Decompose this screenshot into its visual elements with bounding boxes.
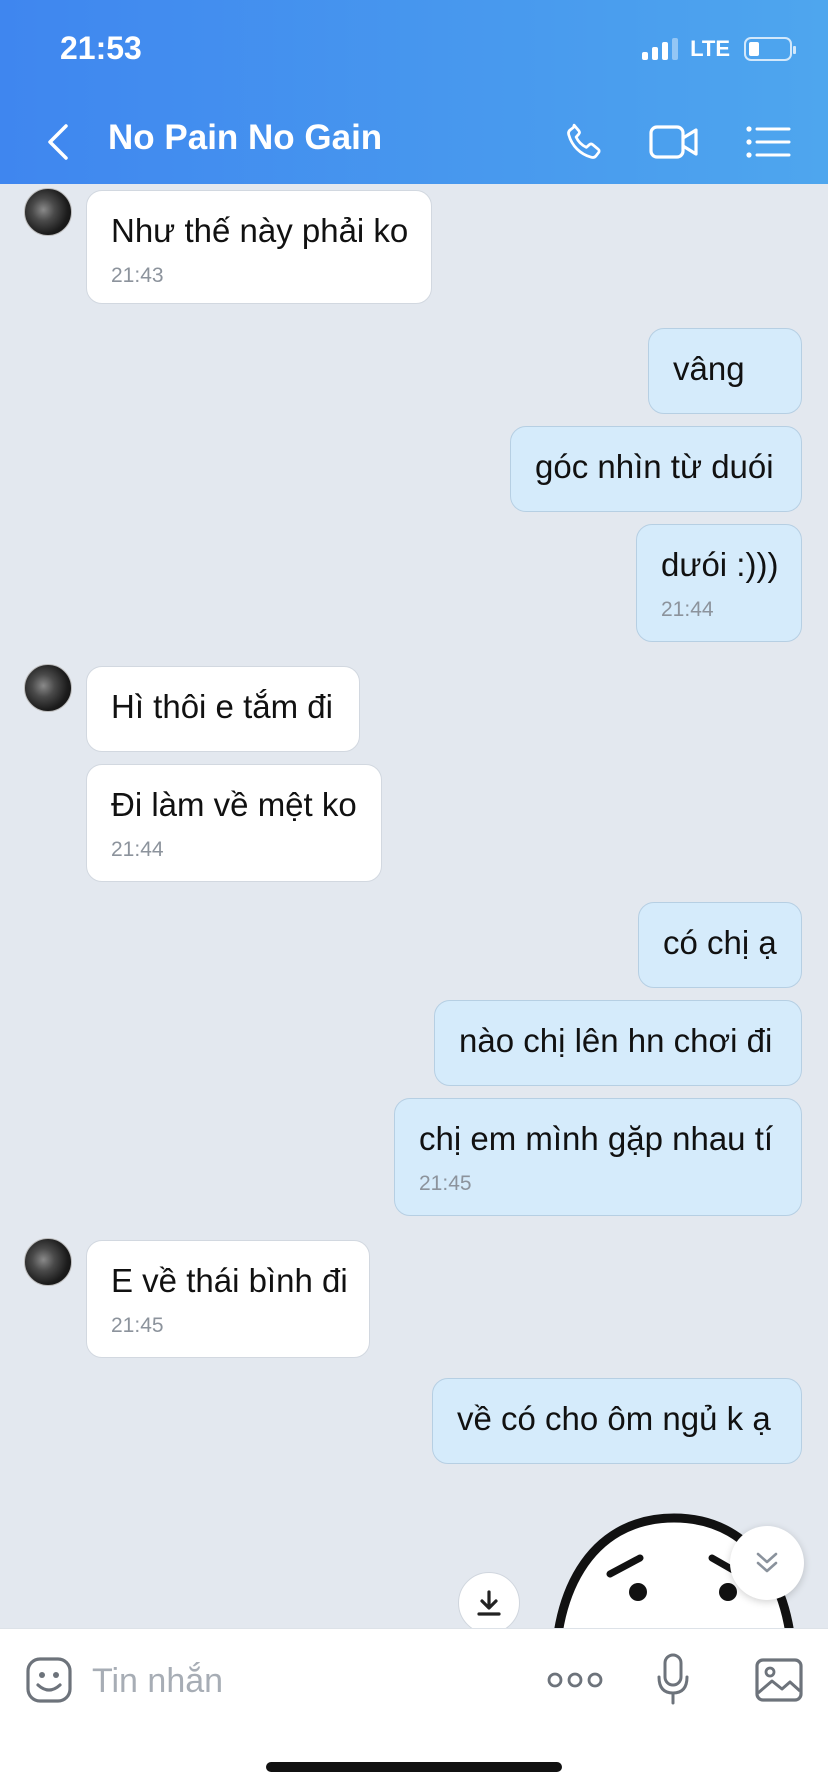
message-time: 21:45 <box>111 1313 164 1337</box>
message-list[interactable]: Như thế này phải ko 21:43 vâng góc nhìn … <box>0 184 828 1628</box>
message-text: vâng <box>673 350 745 387</box>
message-bubble[interactable]: nào chị lên hn chơi đi <box>434 1000 802 1086</box>
message-bubble[interactable]: Như thế này phải ko 21:43 <box>86 190 432 304</box>
phone-icon <box>567 123 601 159</box>
message-time: 21:45 <box>419 1171 472 1195</box>
message-text: Như thế này phải ko <box>111 212 409 249</box>
video-call-button[interactable] <box>646 118 702 166</box>
message-time: 21:43 <box>111 263 164 287</box>
image-gallery-icon <box>755 1658 803 1702</box>
message-bubble[interactable]: góc nhìn từ duói <box>510 426 802 512</box>
chat-title[interactable]: No Pain No Gain <box>108 118 382 158</box>
message-bubble[interactable]: về có cho ôm ngủ k ạ <box>432 1378 802 1464</box>
sticker-button[interactable] <box>22 1649 76 1711</box>
voice-message-button[interactable] <box>650 1649 696 1711</box>
message-text: chị em mình gặp nhau tí <box>419 1120 774 1157</box>
download-button[interactable] <box>458 1572 520 1634</box>
message-text: có chị ạ <box>663 924 777 961</box>
scroll-to-bottom-button[interactable] <box>730 1526 804 1600</box>
sticker-icon <box>26 1657 72 1703</box>
more-options-icon <box>547 1672 603 1688</box>
voice-call-button[interactable] <box>556 118 612 166</box>
battery-icon <box>744 37 796 61</box>
message-text: góc nhìn từ duói <box>535 448 774 485</box>
message-bubble[interactable]: dưói :))) 21:44 <box>636 524 802 642</box>
message-bubble[interactable]: chị em mình gặp nhau tí 21:45 <box>394 1098 802 1216</box>
message-time: 21:44 <box>661 597 714 621</box>
double-chevron-down-icon <box>756 1552 778 1573</box>
chat-header: 21:53 LTE No Pain No Gain <box>0 0 828 184</box>
avatar[interactable] <box>24 1238 72 1286</box>
more-options-button[interactable] <box>546 1649 604 1711</box>
back-chevron-icon <box>48 124 68 160</box>
chat-menu-button[interactable] <box>740 118 796 166</box>
message-bubble[interactable]: E về thái bình đi 21:45 <box>86 1240 370 1358</box>
message-input[interactable] <box>92 1653 492 1709</box>
message-text: E về thái bình đi <box>111 1262 348 1299</box>
message-text: nào chị lên hn chơi đi <box>459 1022 773 1059</box>
image-picker-button[interactable] <box>750 1649 808 1711</box>
status-indicators: LTE <box>642 36 796 62</box>
message-bubble[interactable]: vâng <box>648 328 802 414</box>
network-label: LTE <box>690 36 730 61</box>
message-bubble[interactable]: Đi làm về mệt ko 21:44 <box>86 764 382 882</box>
microphone-icon <box>657 1653 689 1705</box>
avatar[interactable] <box>24 188 72 236</box>
video-camera-icon <box>649 125 698 159</box>
message-time: 21:44 <box>111 837 164 861</box>
back-button[interactable] <box>38 118 78 166</box>
signal-icon <box>642 38 679 60</box>
message-bubble[interactable]: có chị ạ <box>638 902 802 988</box>
home-indicator <box>266 1762 562 1772</box>
message-text: Đi làm về mệt ko <box>111 786 357 823</box>
status-time: 21:53 <box>60 30 142 66</box>
message-text: Hì thôi e tắm đi <box>111 688 333 725</box>
menu-list-icon <box>746 126 791 158</box>
message-bubble[interactable]: Hì thôi e tắm đi <box>86 666 360 752</box>
message-text: dưói :))) <box>661 546 779 583</box>
avatar[interactable] <box>24 664 72 712</box>
message-text: về có cho ôm ngủ k ạ <box>457 1400 771 1437</box>
download-icon <box>477 1590 501 1616</box>
